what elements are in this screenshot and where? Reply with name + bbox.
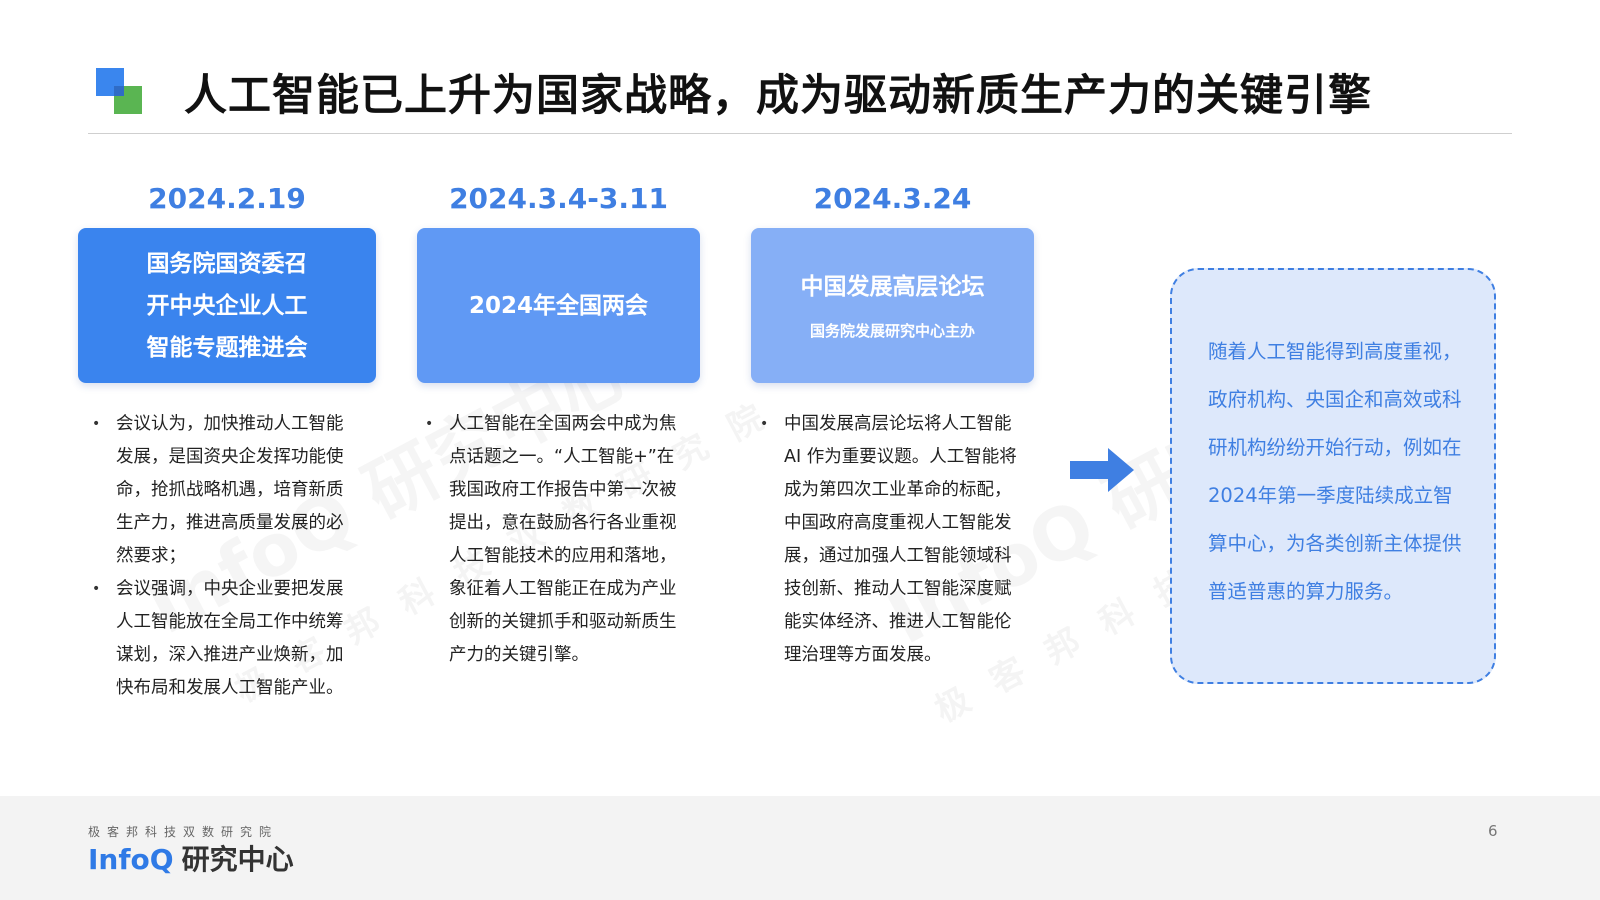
- event-bullets-2: 人工智能在全国两会中成为焦点话题之一。“人工智能+”在我国政府工作报告中第一次被…: [425, 408, 683, 672]
- squares-logo-icon: [96, 68, 144, 116]
- event-box-3-title: 中国发展高层论坛: [800, 273, 985, 300]
- footer-org-subtitle: 极客邦科技双数研究院: [88, 825, 279, 839]
- event-box-1-line-1: 国务院国资委召: [146, 250, 308, 277]
- event-box-2: 2024年全国两会: [417, 228, 700, 383]
- bullet-item: 人工智能在全国两会中成为焦点话题之一。“人工智能+”在我国政府工作报告中第一次被…: [425, 408, 683, 672]
- title-divider: [88, 133, 1512, 134]
- event-box-1-line-3: 智能专题推进会: [146, 334, 308, 361]
- event-date-1: 2024.2.19: [148, 182, 306, 215]
- event-bullets-3: 中国发展高层论坛将人工智能 AI 作为重要议题。人工智能将成为第四次工业革命的标…: [760, 408, 1018, 672]
- bullet-item: 中国发展高层论坛将人工智能 AI 作为重要议题。人工智能将成为第四次工业革命的标…: [760, 408, 1018, 672]
- summary-box: 随着人工智能得到高度重视，政府机构、央国企和高效或科研机构纷纷开始行动，例如在2…: [1170, 268, 1496, 684]
- page-number: 6: [1488, 822, 1498, 840]
- title-row: 人工智能已上升为国家战略，成为驱动新质生产力的关键引擎: [90, 66, 1510, 130]
- bullet-item: 会议强调，中央企业要把发展人工智能放在全局工作中统筹谋划，深入推进产业焕新，加快…: [92, 573, 350, 705]
- bullet-item: 会议认为，加快推动人工智能发展，是国资央企发挥功能使命，抢抓战略机遇，培育新质生…: [92, 408, 350, 573]
- infoq-logo-text: InfoQ: [88, 843, 174, 876]
- event-box-3-subtitle: 国务院发展研究中心主办: [809, 321, 975, 340]
- page-title: 人工智能已上升为国家战略，成为驱动新质生产力的关键引擎: [184, 71, 1372, 121]
- event-box-3: 中国发展高层论坛 国务院发展研究中心主办: [751, 228, 1034, 383]
- event-bullets-1: 会议认为，加快推动人工智能发展，是国资央企发挥功能使命，抢抓战略机遇，培育新质生…: [92, 408, 350, 705]
- arrow-right-icon: [1070, 448, 1134, 492]
- infoq-logo-cn: 研究中心: [181, 843, 294, 876]
- event-date-2: 2024.3.4-3.11: [449, 182, 668, 215]
- event-date-3: 2024.3.24: [813, 182, 972, 215]
- event-box-1: 国务院国资委召 开中央企业人工 智能专题推进会: [78, 228, 376, 383]
- infoq-logo: InfoQ 研究中心: [88, 842, 294, 878]
- event-box-2-title: 2024年全国两会: [468, 292, 648, 319]
- summary-text: 随着人工智能得到高度重视，政府机构、央国企和高效或科研机构纷纷开始行动，例如在2…: [1208, 340, 1462, 603]
- event-box-1-line-2: 开中央企业人工: [146, 292, 308, 319]
- footer: 极客邦科技双数研究院 InfoQ 研究中心 6: [0, 796, 1600, 900]
